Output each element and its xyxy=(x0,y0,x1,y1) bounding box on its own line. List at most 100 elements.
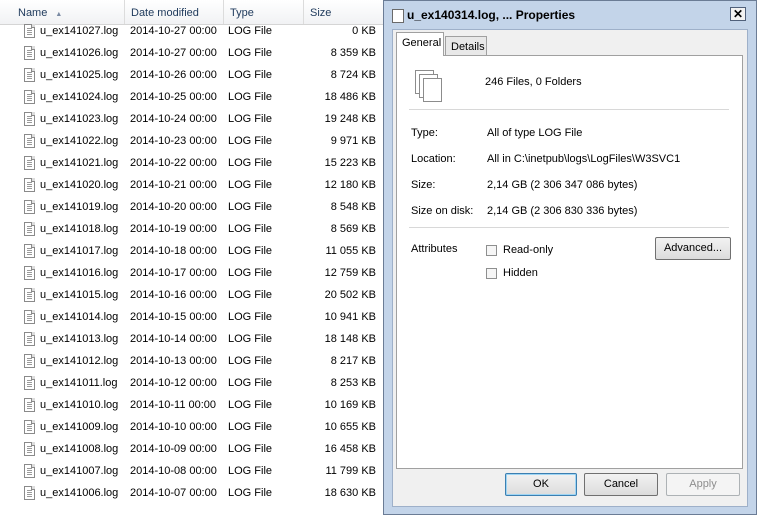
column-type-label: Type xyxy=(230,7,254,19)
file-size: 18 486 KB xyxy=(324,91,376,103)
file-date: 2014-10-24 00:00 xyxy=(130,113,217,125)
table-row[interactable]: u_ex141011.log 2014-10-12 00:00 LOG File 8 … xyxy=(0,372,390,394)
file-name: u_ex141006.log xyxy=(40,487,119,499)
table-row[interactable]: u_ex141009.log 2014-10-10 00:00 LOG File 10… xyxy=(0,416,390,438)
file-size: 20 502 KB xyxy=(324,289,376,301)
log-file-icon xyxy=(24,420,35,434)
file-size: 18 148 KB xyxy=(324,333,376,345)
file-name: u_ex141023.log xyxy=(40,113,119,125)
file-size: 10 655 KB xyxy=(324,421,376,433)
file-type: LOG File xyxy=(228,465,273,477)
readonly-checkbox[interactable] xyxy=(486,245,497,256)
table-row[interactable]: u_ex141015.log 2014-10-16 00:00 LOG File 20… xyxy=(0,284,390,306)
file-name: u_ex141011.log xyxy=(40,377,118,389)
table-row[interactable]: u_ex141007.log 2014-10-08 00:00 LOG File 11… xyxy=(0,460,390,482)
table-row[interactable]: u_ex141021.log 2014-10-22 00:00 LOG File 15… xyxy=(0,152,390,174)
file-name: u_ex141016.log xyxy=(40,267,119,279)
table-row[interactable]: u_ex141019.log 2014-10-20 00:00 LOG File 8 … xyxy=(0,196,390,218)
file-name: u_ex141018.log xyxy=(40,223,119,235)
file-name: u_ex141017.log xyxy=(40,245,119,257)
file-date: 2014-10-22 00:00 xyxy=(130,157,217,169)
file-size: 19 248 KB xyxy=(324,113,376,125)
table-row[interactable]: u_ex141020.log 2014-10-21 00:00 LOG File 12… xyxy=(0,174,390,196)
size-on-disk-label: Size on disk: xyxy=(411,205,474,217)
size-label: Size: xyxy=(411,179,436,191)
file-type: LOG File xyxy=(228,311,273,323)
table-row[interactable]: u_ex141014.log 2014-10-15 00:00 LOG File 10… xyxy=(0,306,390,328)
table-row[interactable]: u_ex141023.log 2014-10-24 00:00 LOG File 19… xyxy=(0,108,390,130)
readonly-label[interactable]: Read-only xyxy=(503,244,553,256)
file-type: LOG File xyxy=(228,179,273,191)
file-date: 2014-10-09 00:00 xyxy=(130,443,217,455)
file-type: LOG File xyxy=(228,91,273,103)
log-file-icon xyxy=(24,398,35,412)
dialog-titlebar[interactable]: u_ex140314.log, ... Properties ✕ xyxy=(384,1,756,29)
file-name: u_ex141026.log xyxy=(40,47,119,59)
table-row[interactable]: u_ex141027.log 2014-10-27 00:00 LOG File 0 … xyxy=(0,20,390,42)
file-date: 2014-10-15 00:00 xyxy=(130,311,217,323)
file-name: u_ex141025.log xyxy=(40,69,119,81)
file-date: 2014-10-18 00:00 xyxy=(130,245,217,257)
table-row[interactable]: u_ex141012.log 2014-10-13 00:00 LOG File 8 … xyxy=(0,350,390,372)
log-file-icon xyxy=(24,90,35,104)
log-file-icon xyxy=(24,112,35,126)
type-label: Type: xyxy=(411,127,438,139)
table-row[interactable]: u_ex141006.log 2014-10-07 00:00 LOG File 18… xyxy=(0,482,390,504)
hidden-checkbox[interactable] xyxy=(486,268,497,279)
file-type: LOG File xyxy=(228,69,273,81)
file-type: LOG File xyxy=(228,113,273,125)
file-size: 8 359 KB xyxy=(330,47,376,59)
file-date: 2014-10-11 00:00 xyxy=(130,399,217,411)
table-row[interactable]: u_ex141010.log 2014-10-11 00:00 LOG File 10… xyxy=(0,394,390,416)
ok-button[interactable]: OK xyxy=(505,473,577,496)
close-button[interactable]: ✕ xyxy=(730,7,746,21)
multiple-files-icon xyxy=(389,9,404,26)
table-row[interactable]: u_ex141008.log 2014-10-09 00:00 LOG File 16… xyxy=(0,438,390,460)
file-type: LOG File xyxy=(228,135,273,147)
table-row[interactable]: u_ex141026.log 2014-10-27 00:00 LOG File 8 … xyxy=(0,42,390,64)
dialog-title: u_ex140314.log, ... Properties xyxy=(407,8,576,22)
file-size: 10 941 KB xyxy=(324,311,376,323)
tab-details[interactable]: Details xyxy=(445,36,487,56)
table-row[interactable]: u_ex141017.log 2014-10-18 00:00 LOG File 11… xyxy=(0,240,390,262)
file-type: LOG File xyxy=(228,25,273,37)
file-date: 2014-10-10 00:00 xyxy=(130,421,217,433)
file-date: 2014-10-20 00:00 xyxy=(130,201,217,213)
log-file-icon xyxy=(24,486,35,500)
advanced-button[interactable]: Advanced... xyxy=(655,237,731,260)
file-date: 2014-10-23 00:00 xyxy=(130,135,217,147)
table-row[interactable]: u_ex141018.log 2014-10-19 00:00 LOG File 8 … xyxy=(0,218,390,240)
file-size: 11 055 KB xyxy=(325,245,376,257)
file-date: 2014-10-14 00:00 xyxy=(130,333,217,345)
cancel-button[interactable]: Cancel xyxy=(584,473,658,496)
table-row[interactable]: u_ex141025.log 2014-10-26 00:00 LOG File 8 … xyxy=(0,64,390,86)
file-date: 2014-10-27 00:00 xyxy=(130,25,217,37)
table-row[interactable]: u_ex141016.log 2014-10-17 00:00 LOG File 12… xyxy=(0,262,390,284)
log-file-icon xyxy=(24,288,35,302)
file-name: u_ex141012.log xyxy=(40,355,119,367)
file-type: LOG File xyxy=(228,201,273,213)
file-name: u_ex141024.log xyxy=(40,91,119,103)
log-file-icon xyxy=(24,178,35,192)
file-name: u_ex141007.log xyxy=(40,465,119,477)
hidden-label[interactable]: Hidden xyxy=(503,267,538,279)
file-size: 11 799 KB xyxy=(325,465,376,477)
file-date: 2014-10-12 00:00 xyxy=(130,377,217,389)
table-row[interactable]: u_ex141022.log 2014-10-23 00:00 LOG File 9 … xyxy=(0,130,390,152)
tab-general[interactable]: General xyxy=(396,32,444,56)
file-size: 8 253 KB xyxy=(330,377,376,389)
file-date: 2014-10-25 00:00 xyxy=(130,91,217,103)
log-file-icon xyxy=(24,266,35,280)
file-type: LOG File xyxy=(228,157,273,169)
table-row[interactable]: u_ex141024.log 2014-10-25 00:00 LOG File 18… xyxy=(0,86,390,108)
file-type: LOG File xyxy=(228,377,273,389)
file-type: LOG File xyxy=(228,399,273,411)
file-type: LOG File xyxy=(228,267,273,279)
table-row[interactable]: u_ex141013.log 2014-10-14 00:00 LOG File 18… xyxy=(0,328,390,350)
log-file-icon xyxy=(24,464,35,478)
attributes-label: Attributes xyxy=(411,243,458,255)
file-date: 2014-10-26 00:00 xyxy=(130,69,217,81)
apply-button[interactable]: Apply xyxy=(666,473,740,496)
file-date: 2014-10-17 00:00 xyxy=(130,267,217,279)
file-name: u_ex141027.log xyxy=(40,25,119,37)
